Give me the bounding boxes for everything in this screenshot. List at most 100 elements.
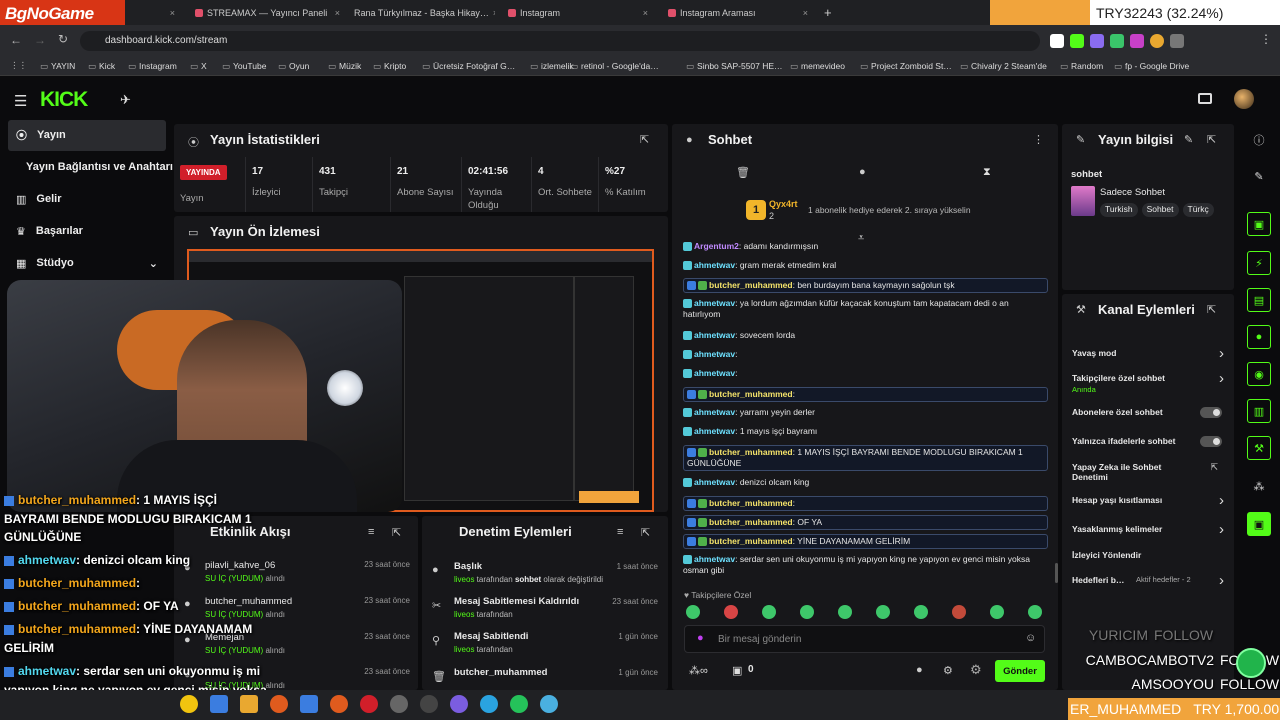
tag-chip[interactable]: Türkç <box>1182 203 1214 217</box>
chat-username[interactable]: ahmetwav <box>694 477 735 487</box>
taskbar-app-icon[interactable] <box>360 695 378 713</box>
channel-action-row[interactable]: Takipçilere özel sohbet Anında › <box>1072 370 1224 396</box>
emote-icon[interactable] <box>838 605 852 619</box>
bookmark-item[interactable]: ▭ Ücretsiz Fotoğraf G… <box>422 61 515 72</box>
emote-icon[interactable] <box>876 605 890 619</box>
bookmark-item[interactable]: ▭ Oyun <box>278 61 309 72</box>
trash-icon[interactable]: 🗑 <box>736 166 750 179</box>
bookmark-item[interactable]: ▭ X <box>190 61 207 72</box>
taskbar-app-icon[interactable] <box>450 695 468 713</box>
browser-tab[interactable]: Rana Türkyılmaz - Başka Hikay… × <box>350 4 495 22</box>
chat-menu-icon[interactable]: ⋮ <box>1033 133 1044 146</box>
chat-username[interactable]: butcher_muhammed <box>709 280 793 290</box>
bookmark-item[interactable]: ▭ izlemelik <box>530 61 574 72</box>
chat-message[interactable]: ahmetwav: denizci olcam king <box>683 477 1048 488</box>
bookmark-item[interactable]: ▭ retinol - Google'da… <box>570 61 659 72</box>
chat-message[interactable]: Argentum2: adamı kandırmışsın <box>683 241 1048 252</box>
extension-icon[interactable] <box>1130 33 1144 48</box>
taskbar-app-icon[interactable] <box>510 695 528 713</box>
chat-scrollbar[interactable] <box>1055 563 1058 583</box>
kick-logo[interactable]: KICK <box>40 88 88 112</box>
bookmark-item[interactable]: ▭ Random <box>1060 61 1103 72</box>
close-icon[interactable]: × <box>493 8 495 18</box>
chat-username[interactable]: ahmetwav <box>694 407 735 417</box>
extension-icon[interactable] <box>1070 33 1084 48</box>
emoji-picker-icon[interactable]: ☺ <box>1025 632 1036 644</box>
tag-chip[interactable]: Turkish <box>1100 203 1138 217</box>
toggle-switch[interactable] <box>1200 407 1222 418</box>
bookmark-item[interactable]: ▭ fp - Google Drive <box>1114 61 1189 72</box>
chat-message[interactable]: ahmetwav: gram merak etmedim kral <box>683 260 1048 271</box>
chat-username[interactable]: ahmetwav <box>694 260 735 270</box>
taskbar-app-icon[interactable] <box>480 695 498 713</box>
close-icon[interactable]: × <box>803 8 808 18</box>
chat-message[interactable]: butcher_muhammed: ben burdayım bana kaym… <box>683 278 1048 293</box>
moderation-item[interactable]: ✂ Mesaj Sabitlemesi Kaldırıldı liveos tara… <box>432 595 658 627</box>
moderation-item[interactable]: ⚲ Mesaj Sabitlendi liveos tarafından 1 gün … <box>432 630 658 662</box>
points-icon[interactable]: ⁂∞ <box>689 664 708 677</box>
chat-message[interactable]: ahmetwav: <box>683 368 1048 379</box>
sidebar-item-basarilar[interactable]: ♛ Başarılar <box>8 216 166 246</box>
chat-message[interactable]: ahmetwav: yarramı yeyin derler <box>683 407 1048 418</box>
taskbar-app-icon[interactable] <box>300 695 318 713</box>
bookmark-item[interactable]: ▭ YouTube <box>222 61 266 72</box>
wrench-rail-icon[interactable]: ⚒ <box>1247 436 1271 460</box>
chat-mode-icon[interactable]: ● <box>859 166 866 178</box>
chat-username[interactable]: ahmetwav <box>694 330 735 340</box>
taskbar-app-icon[interactable] <box>420 695 438 713</box>
bookmark-item[interactable]: ▭ Müzik <box>328 61 361 72</box>
send-button[interactable]: Gönder <box>995 660 1045 682</box>
chat-username[interactable]: butcher_muhammed <box>709 389 793 399</box>
gift-icon[interactable]: ▣ <box>732 664 742 677</box>
chat-username[interactable]: ahmetwav <box>694 554 735 564</box>
popout-icon[interactable]: ⇱ <box>641 526 650 539</box>
category-thumbnail[interactable] <box>1071 186 1095 216</box>
popout-icon[interactable]: ⇱ <box>392 526 401 539</box>
widget-icon[interactable]: ▣ <box>1247 212 1271 236</box>
browser-tab[interactable]: Instagram × <box>508 4 648 22</box>
taskbar-app-icon[interactable] <box>240 695 258 713</box>
taskbar-app-icon[interactable] <box>210 695 228 713</box>
taskbar-app-icon[interactable] <box>330 695 348 713</box>
bookmark-item[interactable]: ▭ Chivalry 2 Steam'de <box>960 61 1047 72</box>
emote-icon[interactable] <box>1028 605 1042 619</box>
apps-grid-icon[interactable]: ⋮⋮ <box>10 60 27 71</box>
extension-icon[interactable] <box>1170 33 1184 48</box>
chat-message[interactable]: butcher_muhammed: YİNE DAYANAMAM GELİRİM <box>683 534 1048 549</box>
broadcast-rail-icon[interactable]: ◉ <box>1247 362 1271 386</box>
popout-icon[interactable]: ⇱ <box>640 133 649 146</box>
close-icon[interactable]: × <box>335 8 340 18</box>
chat-username[interactable]: ahmetwav <box>694 298 735 308</box>
storage-icon[interactable]: ▥ <box>1247 399 1271 423</box>
bookmark-item[interactable]: ▭ Sinbo SAP-5507 HE… <box>686 61 783 72</box>
reload-icon[interactable]: ↻ <box>58 32 68 46</box>
filter-icon[interactable]: ≡ <box>368 526 374 538</box>
bookmark-item[interactable]: ▭ Project Zomboid St… <box>860 61 952 72</box>
emote-icon[interactable] <box>762 605 776 619</box>
emote-icon[interactable] <box>914 605 928 619</box>
mod-gear-icon[interactable]: ⚙ <box>970 662 982 678</box>
chat-username[interactable]: butcher_muhammed <box>709 517 793 527</box>
back-icon[interactable]: ← <box>10 33 22 47</box>
chat-message[interactable]: butcher_muhammed: 1 MAYIS İŞÇİ BAYRAMI B… <box>683 445 1048 471</box>
chat-message[interactable]: butcher_muhammed: OF YA <box>683 515 1048 530</box>
top-gifter-name[interactable]: Qyx4rt <box>769 199 798 209</box>
chat-username[interactable]: butcher_muhammed <box>709 447 793 457</box>
popout-icon[interactable]: ⇱ <box>1207 303 1216 316</box>
taskbar-app-icon[interactable] <box>180 695 198 713</box>
chat-username[interactable]: ahmetwav <box>694 426 735 436</box>
bookmark-item[interactable]: ▭ Kick <box>88 61 115 72</box>
external-link-icon[interactable]: ⇱ <box>1210 462 1218 473</box>
taskbar-app-icon[interactable] <box>270 695 288 713</box>
add-widget-icon[interactable]: ▣ <box>1247 512 1271 536</box>
filter-icon[interactable]: ≡ <box>617 526 623 538</box>
extension-icon[interactable] <box>1150 33 1164 48</box>
close-icon[interactable]: × <box>170 8 175 18</box>
document-icon[interactable]: ▤ <box>1247 288 1271 312</box>
taskbar-app-icon[interactable] <box>390 695 408 713</box>
chat-input[interactable]: ● Bir mesaj gönderin ☺ <box>684 625 1045 653</box>
close-icon[interactable]: × <box>643 8 648 18</box>
extension-icon[interactable] <box>1090 33 1104 48</box>
emote-icon[interactable] <box>724 605 738 619</box>
channel-action-row[interactable]: Hedefleri b… Aktif hedefler - 2 › <box>1072 572 1224 598</box>
